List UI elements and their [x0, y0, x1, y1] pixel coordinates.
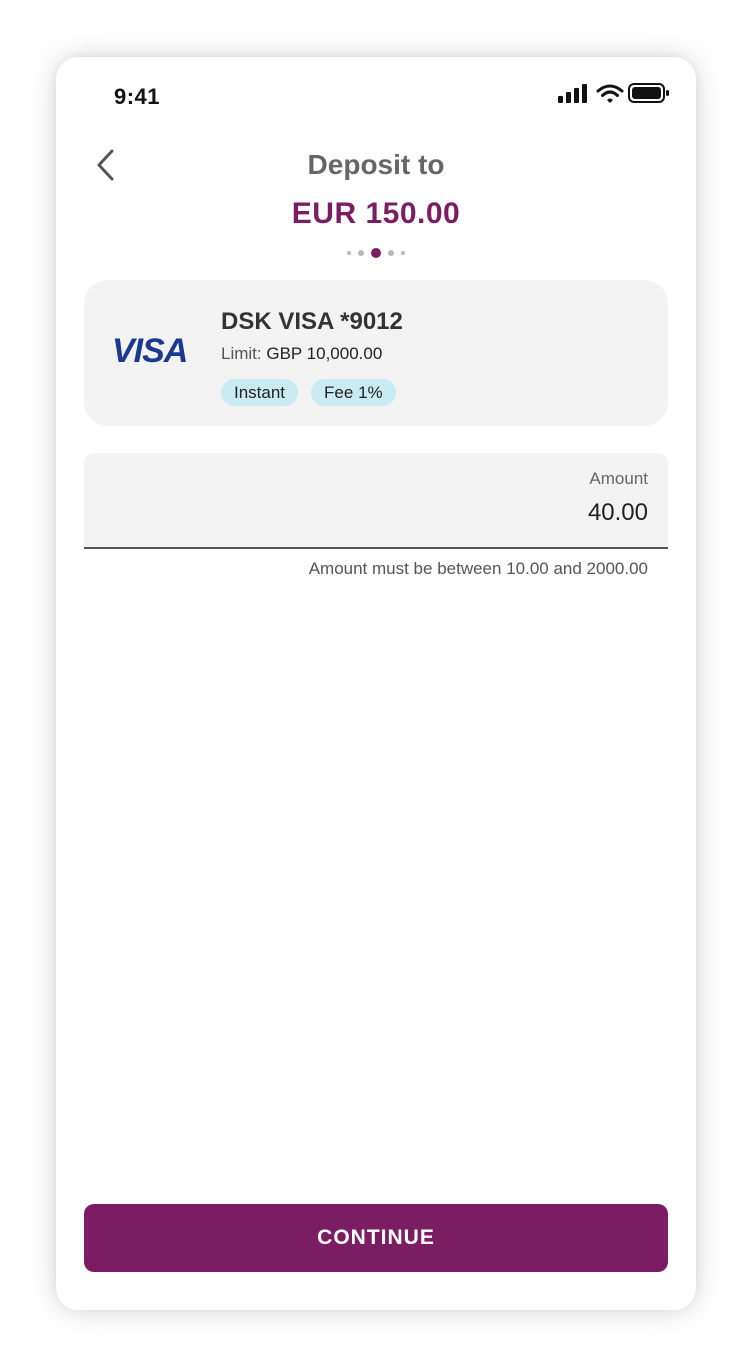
payment-method-card[interactable]: VISA DSK VISA *9012 Limit: GBP 10,000.00…	[84, 280, 668, 426]
signal-icon	[558, 84, 587, 103]
status-time: 9:41	[114, 84, 161, 109]
amount-label: Amount	[589, 469, 648, 488]
deposit-amount: EUR 150.00	[291, 197, 461, 230]
card-limit: Limit: GBP 10,000.00	[221, 344, 382, 364]
page-title: Deposit to	[307, 149, 445, 180]
card-tags: Instant Fee 1%	[221, 379, 396, 406]
amount-value[interactable]: 40.00	[588, 499, 648, 527]
step-dot	[388, 250, 394, 256]
continue-button[interactable]: CONTINUE	[84, 1204, 668, 1272]
amount-input[interactable]: Amount 40.00	[84, 453, 668, 549]
tag-fee: Fee 1%	[311, 379, 396, 406]
step-indicator	[56, 247, 696, 259]
visa-logo: VISA	[112, 332, 188, 370]
tag-instant: Instant	[221, 379, 299, 406]
step-dot	[347, 251, 351, 255]
step-dot	[371, 248, 381, 258]
card-limit-label: Limit:	[221, 344, 262, 363]
card-name: DSK VISA *9012	[221, 308, 403, 335]
wifi-icon	[596, 84, 624, 103]
amount-helper-text: Amount must be between 10.00 and 2000.00	[308, 559, 648, 578]
step-dot	[401, 251, 405, 255]
card-limit-value: GBP 10,000.00	[266, 344, 383, 363]
battery-icon	[628, 83, 669, 103]
phone-frame: 9:41 Deposit to EUR 150.00 VISA DSK VISA…	[56, 57, 696, 1310]
step-dot	[358, 250, 364, 256]
